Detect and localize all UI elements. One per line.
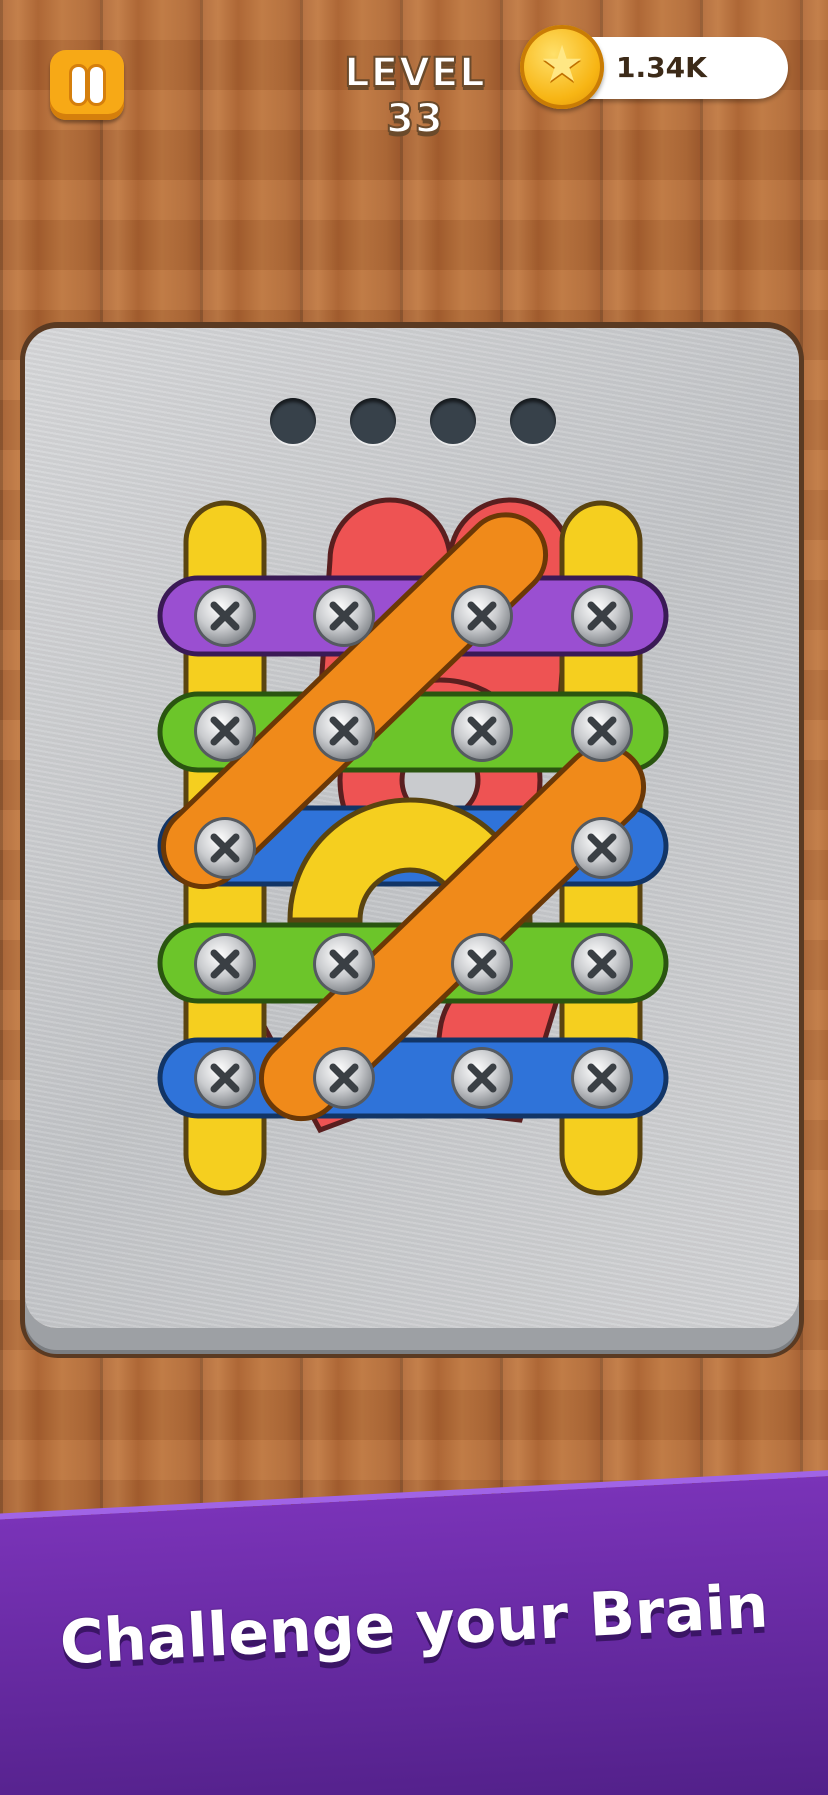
promo-banner: Challenge your Brain bbox=[0, 1440, 828, 1795]
screw[interactable] bbox=[451, 700, 513, 762]
screw[interactable] bbox=[451, 585, 513, 647]
puzzle-area bbox=[157, 497, 669, 1196]
screw[interactable] bbox=[571, 585, 633, 647]
screw[interactable] bbox=[194, 817, 256, 879]
screw[interactable] bbox=[313, 585, 375, 647]
screw[interactable] bbox=[194, 585, 256, 647]
screw[interactable] bbox=[313, 933, 375, 995]
screw[interactable] bbox=[313, 700, 375, 762]
screw[interactable] bbox=[194, 933, 256, 995]
screw[interactable] bbox=[194, 700, 256, 762]
screw[interactable] bbox=[194, 1047, 256, 1109]
screw[interactable] bbox=[571, 1047, 633, 1109]
screw[interactable] bbox=[571, 817, 633, 879]
screw[interactable] bbox=[451, 933, 513, 995]
screw[interactable] bbox=[571, 700, 633, 762]
screw[interactable] bbox=[451, 1047, 513, 1109]
screw[interactable] bbox=[313, 1047, 375, 1109]
screw[interactable] bbox=[571, 933, 633, 995]
